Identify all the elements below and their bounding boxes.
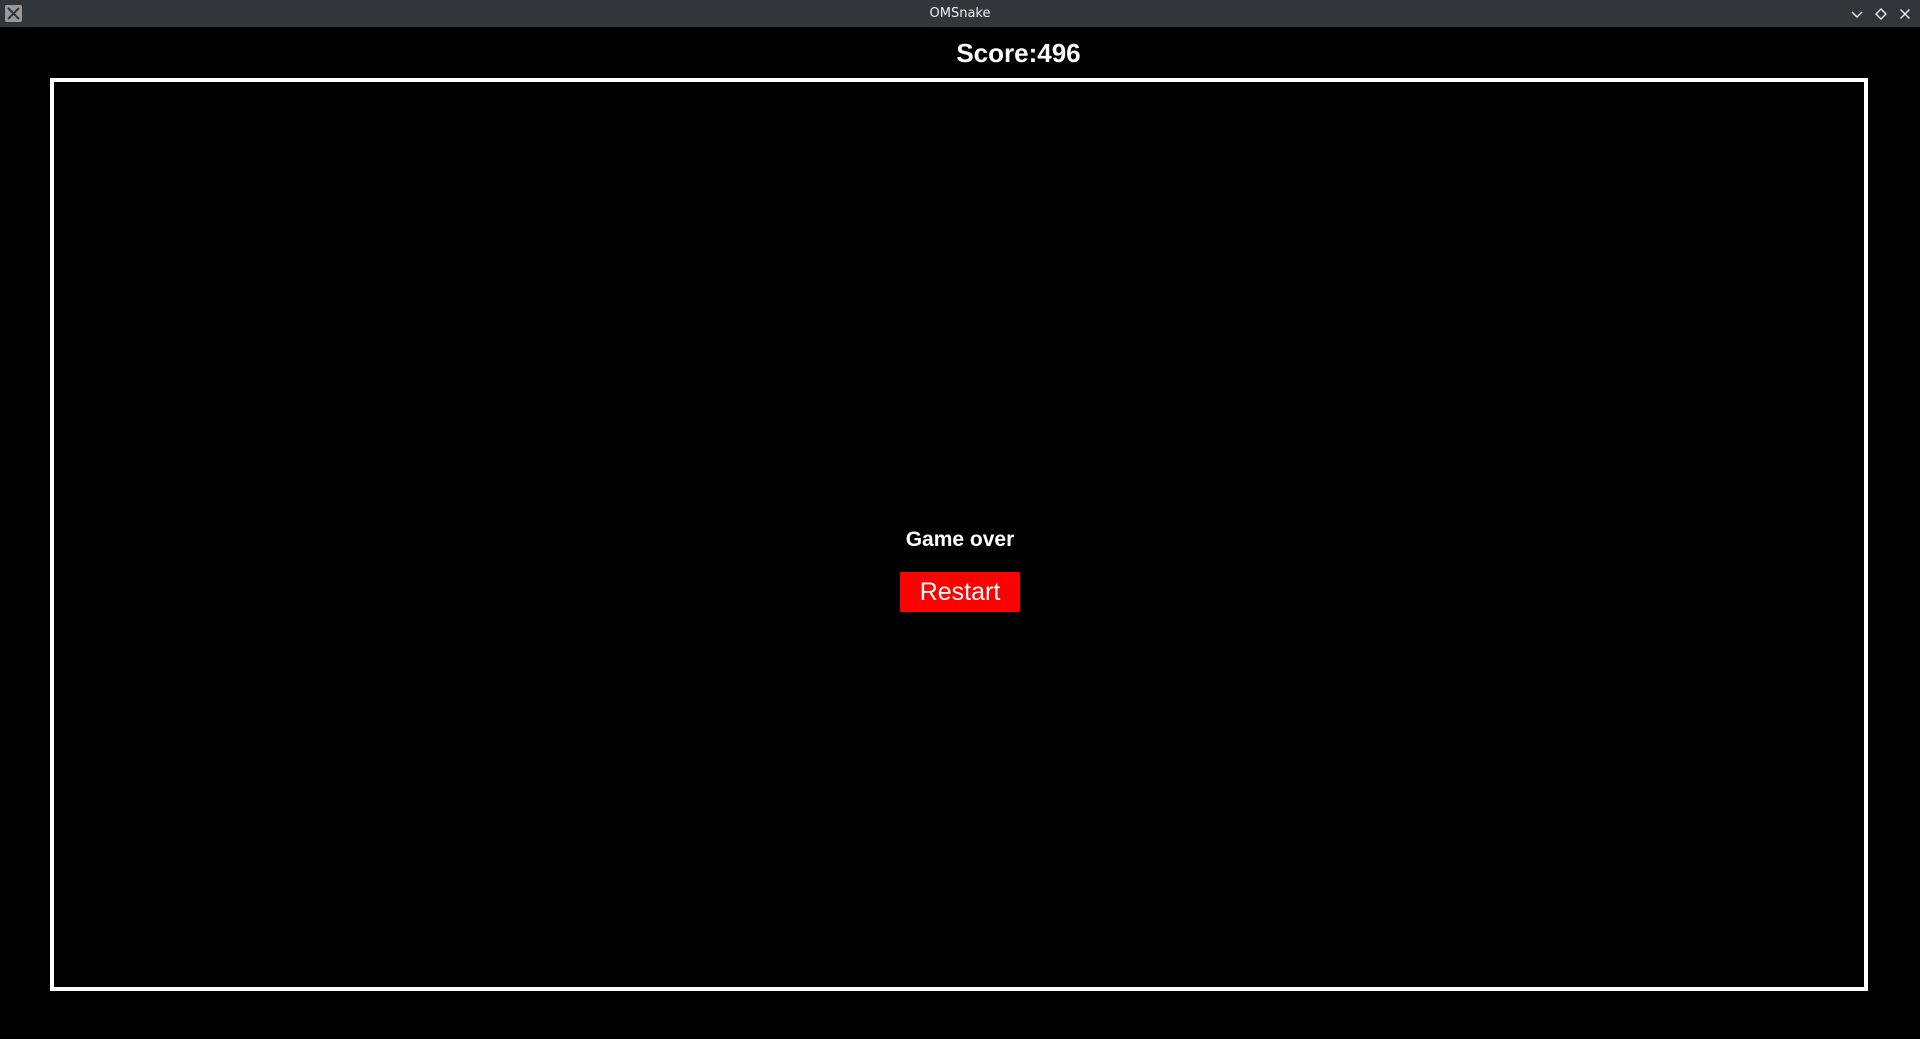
score-display: Score:496 — [956, 38, 1081, 68]
restart-button[interactable]: Restart — [900, 572, 1020, 612]
window-controls — [1848, 0, 1914, 27]
maximize-icon[interactable] — [1872, 5, 1890, 23]
window-titlebar[interactable]: OMSnake — [0, 0, 1920, 27]
window-title: OMSnake — [929, 6, 991, 21]
close-icon[interactable] — [1896, 5, 1914, 23]
game-over-text: Game over — [905, 528, 1015, 551]
minimize-icon[interactable] — [1848, 5, 1866, 23]
